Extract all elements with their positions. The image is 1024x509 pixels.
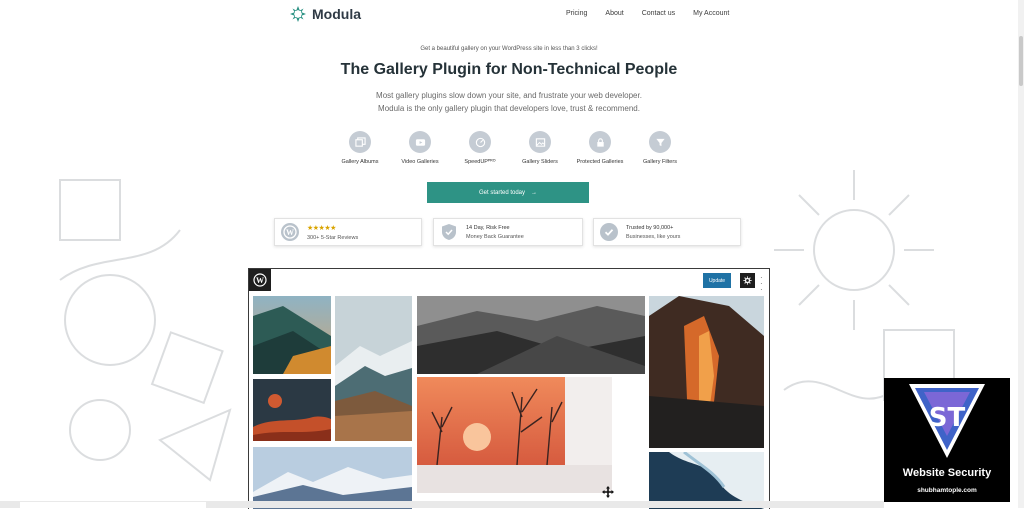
arrow-right-icon: → (531, 189, 538, 196)
trust-line: Money Back Guarantee (466, 233, 524, 240)
bottom-bar-field (20, 502, 206, 508)
sunset-branches-photo[interactable] (417, 377, 612, 493)
cta-label: Get started today (478, 189, 526, 196)
trust-card-reviews: W ★★★★★ 300+ 5-Star Reviews (274, 218, 422, 246)
feature-gallery-sliders[interactable]: Gallery Sliders (510, 131, 570, 165)
feature-gallery-albums[interactable]: Gallery Albums (330, 131, 390, 165)
hero-eyebrow: Get a beautiful gallery on your WordPres… (420, 46, 598, 52)
svg-text:W: W (256, 276, 264, 285)
feature-video-galleries[interactable]: Video Galleries (390, 131, 450, 165)
snowy-range-photo[interactable] (253, 447, 412, 509)
hero-headline: The Gallery Plugin for Non-Technical Peo… (340, 61, 678, 78)
get-started-button[interactable]: Get started today → (427, 182, 589, 203)
feature-speedup[interactable]: SpeedUPᴾᴿᴼ (450, 131, 510, 165)
trust-line: Trusted by 90,000+ (626, 224, 674, 231)
red-moon-photo[interactable] (253, 379, 331, 441)
gallery-editor-preview: W Update · · · (248, 268, 770, 509)
shield-icon (440, 223, 458, 241)
trust-card-businesses: Trusted by 90,000+ Businesses, like your… (593, 218, 741, 246)
gear-icon[interactable] (740, 273, 755, 288)
hero-subtext-line-1: Most gallery plugins slow down your site… (376, 91, 642, 100)
nav-pricing[interactable]: Pricing (566, 10, 587, 17)
wordpress-icon: W (281, 223, 299, 241)
page-scrollbar[interactable] (1018, 0, 1024, 508)
feature-protected-galleries[interactable]: Protected Galleries (570, 131, 630, 165)
feature-label: Video Galleries (401, 159, 439, 165)
trust-line: 14 Day, Risk Free (466, 224, 510, 231)
bottom-bar (0, 501, 884, 508)
brand-logo[interactable]: Modula (290, 6, 361, 22)
lock-icon (589, 131, 611, 153)
more-options-icon[interactable]: · · · (760, 274, 763, 294)
update-button[interactable]: Update (703, 273, 731, 288)
feature-label: Gallery Filters (643, 159, 677, 165)
st-mark: ST (929, 403, 966, 433)
nav-about[interactable]: About (605, 10, 623, 17)
video-icon (409, 131, 431, 153)
site-header: Modula Pricing About Contact us My Accou… (0, 0, 1018, 30)
hero-subtext: Most gallery plugins slow down your site… (0, 89, 1018, 115)
watermark-url: shubhamtople.com (917, 487, 977, 494)
nav-contact[interactable]: Contact us (642, 10, 675, 17)
trust-line: Businesses, like yours (626, 233, 681, 240)
website-security-watermark: ST Website Security shubhamtople.com (884, 378, 1010, 502)
waterfall-cliff-photo[interactable] (649, 296, 764, 448)
svg-text:W: W (286, 228, 294, 237)
check-icon (600, 223, 618, 241)
feature-list: Gallery Albums Video Galleries SpeedUPᴾᴿ… (330, 131, 690, 165)
dark-rocky-mountains-photo[interactable] (417, 296, 645, 374)
feature-gallery-filters[interactable]: Gallery Filters (630, 131, 690, 165)
feature-label: Gallery Albums (341, 159, 379, 165)
filter-icon (649, 131, 671, 153)
wordpress-logo-icon[interactable]: W (249, 269, 271, 291)
brand-name: Modula (312, 6, 361, 22)
albums-icon (349, 131, 371, 153)
feature-label: Gallery Sliders (522, 159, 558, 165)
scrollbar-thumb[interactable] (1019, 36, 1023, 86)
nav-my-account[interactable]: My Account (693, 10, 729, 17)
star-rating: ★★★★★ (307, 224, 336, 232)
slider-icon (529, 131, 551, 153)
trust-card-guarantee: 14 Day, Risk Free Money Back Guarantee (433, 218, 583, 246)
hero-subtext-line-2: Modula is the only gallery plugin that d… (378, 104, 640, 113)
st-shield-logo-icon: ST (909, 384, 985, 458)
background-doodle-left (59, 179, 232, 482)
forest-mountain-photo[interactable] (253, 296, 331, 374)
snowy-mountain-photo[interactable] (335, 296, 412, 441)
trust-line: 300+ 5-Star Reviews (307, 234, 359, 241)
feature-label: SpeedUPᴾᴿᴼ (464, 159, 496, 165)
main-nav: Pricing About Contact us My Account (566, 10, 729, 17)
watermark-title: Website Security (902, 467, 992, 479)
feature-label: Protected Galleries (576, 159, 624, 165)
modula-logo-icon (290, 6, 306, 22)
speed-icon (469, 131, 491, 153)
